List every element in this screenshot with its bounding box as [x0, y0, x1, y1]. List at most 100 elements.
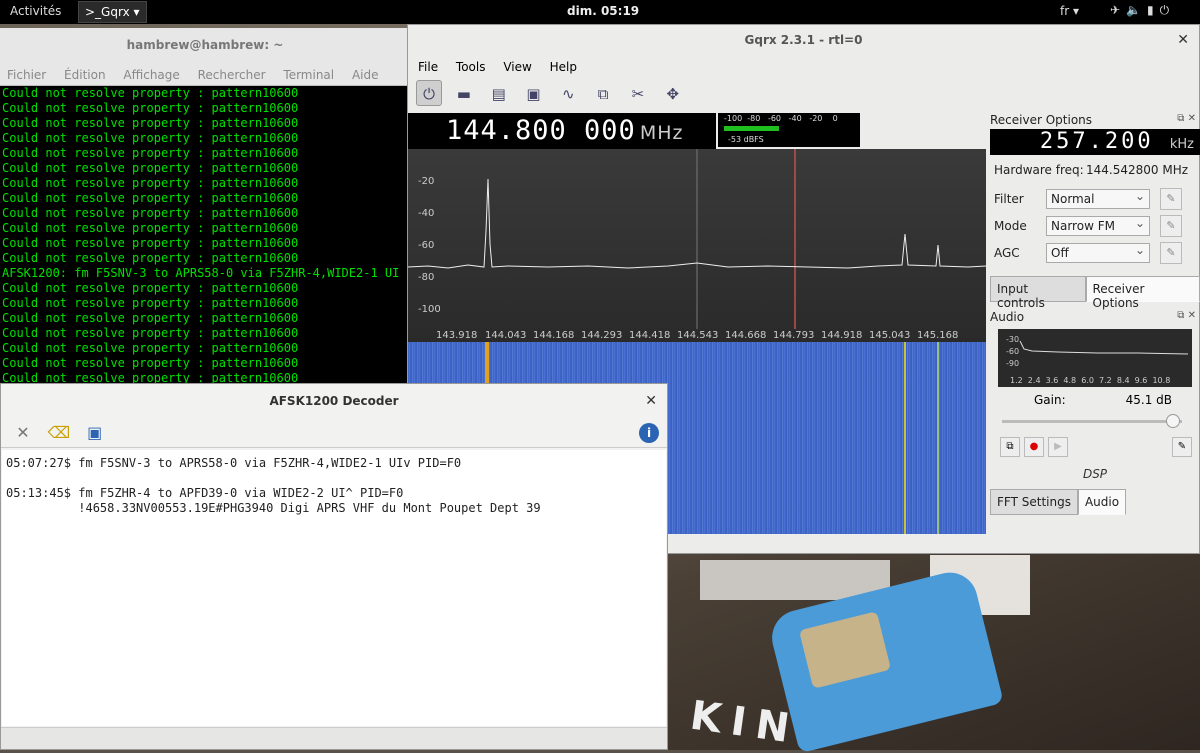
- photo-mat-text: KIN: [687, 693, 802, 753]
- waterfall-signal-line: [904, 342, 906, 534]
- terminal-line: Could not resolve property : pattern1060…: [2, 191, 410, 206]
- audio-settings-icon[interactable]: ✎: [1172, 437, 1192, 457]
- menu-file[interactable]: File: [418, 60, 438, 74]
- float-icon[interactable]: ⧉ ✕: [1177, 113, 1196, 124]
- spectrum-trace: [408, 149, 986, 329]
- terminal-line: Could not resolve property : pattern1060…: [2, 86, 410, 101]
- offset-value: 257.200: [1040, 129, 1154, 154]
- menu-tools[interactable]: Tools: [456, 60, 486, 74]
- stream-icon[interactable]: ⧉: [1000, 437, 1020, 457]
- app-menu[interactable]: >_Gqrx ▾: [78, 1, 147, 23]
- x-tick: 144.543: [677, 330, 718, 341]
- y-tick: -60: [418, 240, 434, 251]
- language-selector[interactable]: fr ▾: [1060, 4, 1079, 18]
- y-tick: -80: [418, 272, 434, 283]
- offset-display[interactable]: 257.200 kHz: [990, 129, 1200, 155]
- status-bar: [1, 727, 667, 749]
- clear-icon[interactable]: ⌫: [47, 421, 71, 445]
- tab-input-controls[interactable]: Input controls: [990, 276, 1086, 302]
- menu-view[interactable]: View: [503, 60, 531, 74]
- menu-terminal[interactable]: Terminal: [283, 68, 334, 82]
- top-bar: Activités >_Gqrx ▾ dim. 05:19 fr ▾ ✈🔈▮⏻: [0, 0, 1200, 24]
- terminal-line: Could not resolve property : pattern1060…: [2, 131, 410, 146]
- gqrx-title: Gqrx 2.3.1 - rtl=0: [408, 25, 1199, 55]
- y-tick: -100: [418, 304, 441, 315]
- terminal-line: Could not resolve property : pattern1060…: [2, 221, 410, 236]
- airplane-icon: ✈: [1110, 3, 1126, 17]
- play-icon[interactable]: ▶: [1048, 437, 1068, 457]
- gain-row: Gain:45.1 dB: [990, 387, 1200, 407]
- close-icon[interactable]: ✕: [11, 421, 35, 445]
- device-icon[interactable]: ▬: [451, 81, 477, 107]
- gain-slider[interactable]: [1002, 411, 1188, 431]
- x-tick: 144.668: [725, 330, 766, 341]
- meter-scale: -100 -80 -60 -40 -20 0: [724, 114, 838, 123]
- tools-icon[interactable]: ✂: [625, 81, 651, 107]
- menu-aide[interactable]: Aide: [352, 68, 379, 82]
- decoder-title: AFSK1200 Decoder: [1, 384, 667, 418]
- x-tick: 144.793: [773, 330, 814, 341]
- menu-affichage[interactable]: Affichage: [123, 68, 179, 82]
- x-tick: 145.043: [869, 330, 910, 341]
- menu-edition[interactable]: Édition: [64, 68, 106, 82]
- clock[interactable]: dim. 05:19: [567, 4, 639, 18]
- filter-settings-icon[interactable]: ✎: [1160, 188, 1182, 210]
- offset-unit: kHz: [1170, 137, 1194, 152]
- menu-help[interactable]: Help: [550, 60, 577, 74]
- mode-settings-icon[interactable]: ✎: [1160, 215, 1182, 237]
- filter-label: Filter: [994, 192, 1046, 206]
- gain-label: Gain:: [1034, 393, 1066, 407]
- mode-select[interactable]: Narrow FM: [1046, 216, 1150, 236]
- audio-tabs: FFT Settings Audio: [990, 489, 1200, 515]
- terminal-line: Could not resolve property : pattern1060…: [2, 176, 410, 191]
- terminal-line: Could not resolve property : pattern1060…: [2, 356, 410, 371]
- network-icon[interactable]: ⧉: [590, 81, 616, 107]
- close-icon[interactable]: ✕: [645, 393, 657, 409]
- terminal-line: Could not resolve property : pattern1060…: [2, 116, 410, 131]
- terminal-line: Could not resolve property : pattern1060…: [2, 161, 410, 176]
- audio-spectrum: -30 -60 -90 1.2 2.4 3.6 4.8 6.0 7.2 8.4 …: [998, 329, 1192, 387]
- system-tray[interactable]: ✈🔈▮⏻: [1110, 3, 1175, 18]
- menu-rechercher[interactable]: Rechercher: [198, 68, 266, 82]
- float-icon[interactable]: ⧉ ✕: [1177, 310, 1196, 321]
- power-icon[interactable]: ⏻: [416, 80, 442, 106]
- close-icon[interactable]: ✕: [1177, 32, 1189, 48]
- terminal-output[interactable]: Could not resolve property : pattern1060…: [0, 86, 410, 386]
- mode-label: Mode: [994, 219, 1046, 233]
- agc-select[interactable]: Off: [1046, 243, 1150, 263]
- terminal-title: hambrew@hambrew: ~: [0, 28, 410, 64]
- y-tick: -40: [418, 208, 434, 219]
- receiver-options-panel: Receiver Options⧉ ✕ 257.200 kHz Hardware…: [990, 113, 1200, 302]
- tab-receiver-options[interactable]: Receiver Options: [1086, 276, 1200, 302]
- frequency-unit: MHz: [640, 122, 684, 144]
- tab-fft-settings[interactable]: FFT Settings: [990, 489, 1078, 515]
- decoder-toolbar: ✕ ⌫ ▣: [1, 418, 667, 448]
- decoder-log[interactable]: 05:07:27$ fm F5SNV-3 to APRS58-0 via F5Z…: [2, 450, 666, 726]
- record-icon[interactable]: ●: [1024, 437, 1044, 457]
- menu-fichier[interactable]: Fichier: [7, 68, 46, 82]
- terminal-line: Could not resolve property : pattern1060…: [2, 251, 410, 266]
- dsp-icon[interactable]: ∿: [555, 81, 581, 107]
- save-icon[interactable]: ▣: [520, 81, 546, 107]
- frequency-display[interactable]: 144.800 000MHz: [408, 113, 716, 149]
- decoder-window: AFSK1200 Decoder ✕ ✕ ⌫ ▣ i 05:07:27$ fm …: [0, 383, 668, 750]
- filter-select[interactable]: Normal: [1046, 189, 1150, 209]
- info-icon[interactable]: i: [639, 423, 659, 443]
- activities-button[interactable]: Activités: [10, 4, 61, 18]
- terminal-line: Could not resolve property : pattern1060…: [2, 341, 410, 356]
- save-icon[interactable]: ▣: [83, 421, 107, 445]
- battery-icon: ▮: [1147, 3, 1160, 17]
- x-tick: 144.293: [581, 330, 622, 341]
- slider-knob[interactable]: [1166, 414, 1180, 428]
- fft-plot[interactable]: -20 -40 -60 -80 -100 143.918 144.043 144…: [408, 149, 986, 344]
- receiver-title: Receiver Options⧉ ✕: [990, 113, 1200, 129]
- fullscreen-icon[interactable]: ✥: [660, 81, 686, 107]
- agc-settings-icon[interactable]: ✎: [1160, 242, 1182, 264]
- terminal-menubar: Fichier Édition Affichage Rechercher Ter…: [0, 64, 410, 86]
- terminal-line: AFSK1200: fm F5SNV-3 to APRS58-0 via F5Z…: [2, 266, 410, 281]
- folder-icon[interactable]: ▤: [486, 81, 512, 107]
- hw-freq-label: Hardware freq:: [994, 163, 1086, 177]
- tab-audio[interactable]: Audio: [1078, 489, 1126, 515]
- audio-xaxis: 1.2 2.4 3.6 4.8 6.0 7.2 8.4 9.6 10.8: [1010, 376, 1170, 385]
- audio-title-text: Audio: [990, 310, 1024, 324]
